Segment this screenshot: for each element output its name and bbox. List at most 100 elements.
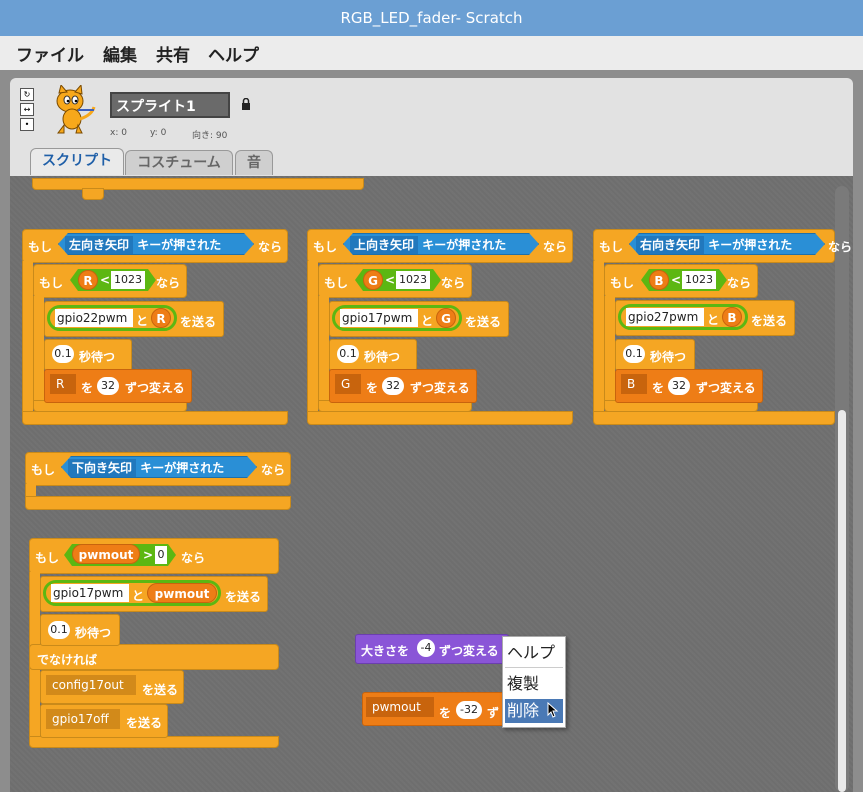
menu-file[interactable]: ファイル [16, 41, 84, 66]
variable-pwmout[interactable]: pwmout [72, 544, 140, 564]
wo-label: を [366, 381, 379, 395]
then-label: なら [727, 276, 752, 290]
wo-label: を [652, 381, 665, 395]
limit-value[interactable]: 1023 [111, 271, 145, 289]
if-label: もし [28, 240, 53, 254]
key-pressed-sensor[interactable]: 右向き矢印 キーが押された [629, 233, 825, 255]
then-label: なら [261, 463, 286, 477]
pin-name[interactable]: gpio17pwm [51, 584, 129, 602]
menu-edit[interactable]: 編集 [103, 41, 137, 66]
if-label: もし [31, 463, 56, 477]
menu-bar: ファイル 編集 共有 ヘルプ [0, 36, 863, 70]
limit-value[interactable]: 1023 [396, 271, 430, 289]
pwmout-dropdown[interactable]: pwmout [366, 697, 434, 717]
key-pressed-sensor[interactable]: 左向き矢印 キーが押された [58, 233, 254, 255]
key-pressed-label: キーが押された [140, 461, 225, 475]
limit-value[interactable]: 1023 [682, 271, 716, 289]
pin-name[interactable]: gpio22pwm [55, 309, 133, 327]
if-label: もし [599, 240, 624, 254]
variable-b[interactable]: B [722, 307, 742, 327]
window-title: RGB_LED_fader- Scratch [0, 0, 863, 36]
variable-g[interactable]: G [363, 270, 383, 290]
step-value[interactable]: 32 [668, 377, 690, 395]
threshold-value[interactable]: 0 [155, 546, 167, 564]
menu-item-duplicate[interactable]: 複製 [505, 672, 563, 696]
wait-label: 秒待つ [364, 350, 401, 364]
variable-pwmout[interactable]: pwmout [147, 583, 217, 603]
gt-sign: > [143, 548, 154, 562]
rotate-all-icon[interactable]: ↻ [20, 88, 34, 101]
send-label: を送る [751, 314, 788, 328]
config-dropdown[interactable]: config17out [46, 675, 136, 695]
then-label: なら [156, 276, 181, 290]
key-pressed-label: キーが押された [422, 238, 507, 252]
change-label-partial: ず [487, 706, 500, 720]
variable-r[interactable]: R [78, 270, 98, 290]
pin-name[interactable]: gpio27pwm [626, 308, 704, 326]
then-label: なら [828, 240, 853, 254]
step-value[interactable]: 32 [97, 377, 119, 395]
then-label: なら [441, 276, 466, 290]
menu-share[interactable]: 共有 [156, 41, 190, 66]
lt-sign: < [100, 273, 111, 287]
lock-icon[interactable] [241, 98, 251, 110]
tab-scripts[interactable]: スクリプト [30, 148, 124, 175]
off-dropdown[interactable]: gpio17off [46, 709, 120, 729]
variable-dropdown[interactable]: B [621, 374, 647, 394]
send-label: を送る [126, 716, 163, 730]
wait-value[interactable]: 0.1 [337, 345, 359, 363]
lt-sign: < [385, 273, 396, 287]
if-label: もし [324, 276, 349, 290]
send-label: を送る [225, 590, 262, 604]
sprite-y: y: 0 [150, 128, 167, 138]
key-dropdown[interactable]: 上向き矢印 [350, 236, 418, 254]
partial-block-tab[interactable] [82, 188, 104, 200]
variable-b[interactable]: B [649, 270, 669, 290]
key-pressed-sensor[interactable]: 上向き矢印 キーが押された [343, 233, 539, 255]
key-dropdown[interactable]: 下向き矢印 [68, 459, 136, 477]
and-label: と [421, 314, 434, 328]
menu-item-help[interactable]: ヘルプ [505, 641, 563, 665]
send-label: を送る [142, 683, 179, 697]
key-pressed-label: キーが押された [137, 238, 222, 252]
wo-label: を [81, 381, 94, 395]
wait-label: 秒待つ [650, 350, 687, 364]
tab-costumes[interactable]: コスチューム [125, 150, 233, 175]
sprite-name-field[interactable]: スプライト1 [110, 92, 230, 118]
step-value[interactable]: 32 [382, 377, 404, 395]
sprite-direction: 向き: 90 [192, 131, 228, 141]
menu-help[interactable]: ヘルプ [208, 41, 259, 66]
variable-dropdown[interactable]: G [335, 374, 361, 394]
change-label: ずつ変える [696, 381, 756, 395]
pin-name[interactable]: gpio17pwm [340, 309, 418, 327]
else-label: でなければ [37, 653, 98, 667]
variable-g[interactable]: G [436, 308, 456, 328]
wo-label: を [439, 706, 452, 720]
menu-separator [505, 667, 563, 668]
key-pressed-sensor[interactable]: 下向き矢印 キーが押された [61, 456, 257, 478]
then-label: なら [181, 551, 206, 565]
wait-value[interactable]: 0.1 [623, 345, 645, 363]
and-label: と [707, 313, 720, 327]
key-pressed-label: キーが押された [708, 238, 793, 252]
wait-value[interactable]: 0.1 [48, 621, 70, 639]
size-label: 大きさを [361, 644, 410, 658]
size-suffix: ずつ変える [439, 644, 499, 658]
left-right-icon[interactable]: ↔ [20, 103, 34, 116]
wait-value[interactable]: 0.1 [52, 345, 74, 363]
variable-dropdown[interactable]: R [50, 374, 76, 394]
send-label: を送る [180, 315, 217, 329]
size-value[interactable]: -4 [417, 639, 435, 657]
key-dropdown[interactable]: 左向き矢印 [65, 236, 133, 254]
if-label: もし [610, 276, 635, 290]
no-rotate-icon[interactable]: • [20, 118, 34, 131]
and-label: と [136, 314, 149, 328]
sprite-x: x: 0 [110, 128, 127, 138]
then-label: なら [258, 240, 283, 254]
then-label: なら [543, 240, 568, 254]
variable-r[interactable]: R [151, 308, 171, 328]
pwmout-step[interactable]: -32 [456, 701, 482, 719]
tab-sounds[interactable]: 音 [235, 150, 273, 175]
key-dropdown[interactable]: 右向き矢印 [636, 236, 704, 254]
scrollbar-thumb[interactable] [838, 410, 846, 792]
